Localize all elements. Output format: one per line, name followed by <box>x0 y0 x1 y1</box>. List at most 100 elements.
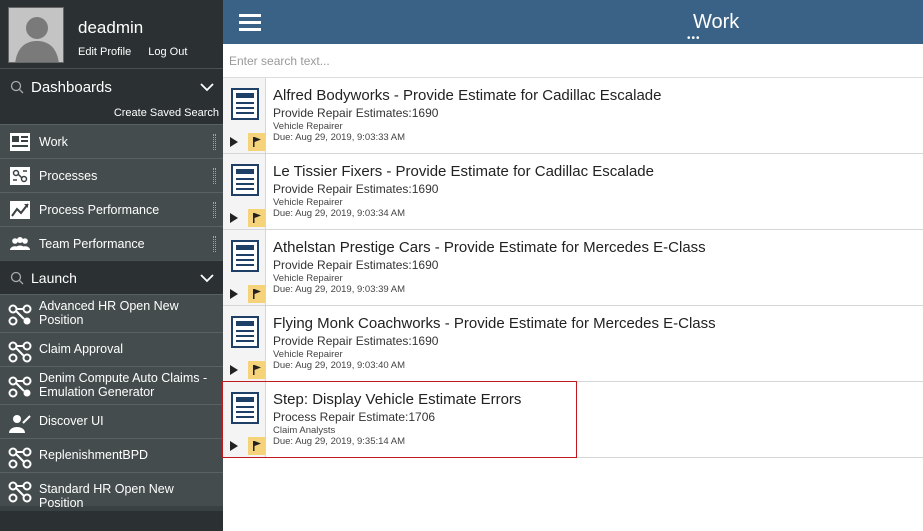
flag-button[interactable] <box>248 285 265 303</box>
task-process: Process Repair Estimate:1706 <box>273 410 436 424</box>
avatar[interactable] <box>8 7 64 63</box>
process-flow-icon <box>8 447 32 469</box>
avatar-silhouette-icon <box>9 8 63 62</box>
sidebar-item-team-performance[interactable]: Team Performance <box>0 226 223 260</box>
flag-icon <box>253 365 261 375</box>
drag-handle-icon[interactable] <box>213 202 216 218</box>
task-name[interactable]: Le Tissier Fixers - Provide Estimate for… <box>273 163 654 180</box>
task-process: Provide Repair Estimates:1690 <box>273 334 439 348</box>
flag-button[interactable] <box>248 209 265 227</box>
flag-icon <box>253 289 261 299</box>
process-flow-icon <box>8 481 32 503</box>
task-row[interactable]: Flying Monk Coachworks - Provide Estimat… <box>223 306 923 382</box>
flag-icon <box>253 441 261 451</box>
task-process: Provide Repair Estimates:1690 <box>273 182 439 196</box>
discover-person-icon <box>9 415 31 433</box>
profile-panel: deadmin Edit Profile Log Out <box>0 0 223 68</box>
task-name[interactable]: Step: Display Vehicle Estimate Errors <box>273 391 521 408</box>
task-name[interactable]: Alfred Bodyworks - Provide Estimate for … <box>273 87 662 104</box>
launch-item-discover-ui[interactable]: Discover UI <box>0 404 223 438</box>
sidebar-item-process-performance[interactable]: Process Performance <box>0 192 223 226</box>
sidebar-footer <box>0 511 223 531</box>
task-list: Alfred Bodyworks - Provide Estimate for … <box>223 78 923 458</box>
task-document-icon[interactable] <box>231 316 259 348</box>
page-title: Work <box>693 11 740 33</box>
launch-title: Launch <box>31 269 77 286</box>
main-panel: Work ••• Alfred Bodyworks - Pro <box>222 0 923 531</box>
launch-header[interactable]: Launch <box>0 260 223 294</box>
launch-item-advanced-hr[interactable]: Advanced HR Open New Position <box>0 294 223 332</box>
process-flow-icon <box>8 341 32 363</box>
chevron-down-icon[interactable] <box>200 273 214 283</box>
search-input[interactable] <box>229 49 909 73</box>
task-role: Vehicle Repairer <box>273 273 343 284</box>
launch-item-replenishment[interactable]: ReplenishmentBPD <box>0 438 223 472</box>
task-due-date: Due: Aug 29, 2019, 9:03:40 AM <box>273 360 406 371</box>
processes-icon <box>10 167 30 185</box>
task-document-icon[interactable] <box>231 392 259 424</box>
flag-button[interactable] <box>248 437 265 455</box>
launch-item-standard-hr[interactable]: Standard HR Open New Position <box>0 472 223 510</box>
trend-chart-icon <box>10 201 30 219</box>
launch-item-denim-compute[interactable]: Denim Compute Auto Claims - Emulation Ge… <box>0 366 223 404</box>
task-document-icon[interactable] <box>231 164 259 196</box>
flag-icon <box>253 213 261 223</box>
search-icon[interactable] <box>10 271 24 285</box>
launch-item-label: Standard HR Open New Position <box>39 482 174 510</box>
drag-handle-icon[interactable] <box>213 134 216 150</box>
play-icon[interactable] <box>230 441 238 451</box>
task-role: Vehicle Repairer <box>273 349 343 360</box>
task-document-icon[interactable] <box>231 240 259 272</box>
task-name[interactable]: Athelstan Prestige Cars - Provide Estima… <box>273 239 706 256</box>
task-row[interactable]: Athelstan Prestige Cars - Provide Estima… <box>223 230 923 306</box>
edit-profile-link[interactable]: Edit Profile <box>78 46 131 58</box>
create-saved-search-link[interactable]: Create Saved Search <box>0 106 223 124</box>
sidebar-item-processes[interactable]: Processes <box>0 158 223 192</box>
launch-item-label: ReplenishmentBPD <box>39 448 149 462</box>
search-icon[interactable] <box>10 80 24 94</box>
sidebar-item-label: Work <box>39 134 68 149</box>
sidebar-item-label: Processes <box>39 168 98 183</box>
task-role: Vehicle Repairer <box>273 121 343 132</box>
launch-item-label: Discover UI <box>39 414 104 428</box>
launch-item-label: Denim Compute Auto Claims - Emulation Ge… <box>39 371 208 399</box>
top-bar: Work ••• <box>223 0 923 44</box>
process-flow-icon <box>8 304 32 326</box>
sidebar-item-label: Process Performance <box>39 202 160 217</box>
task-controls <box>223 230 266 305</box>
task-role: Vehicle Repairer <box>273 197 343 208</box>
launch-item-claim-approval[interactable]: Claim Approval <box>0 332 223 366</box>
more-options-icon[interactable]: ••• <box>687 34 701 44</box>
sidebar: deadmin Edit Profile Log Out Dashboards … <box>0 0 223 531</box>
task-controls <box>223 154 266 229</box>
task-process: Provide Repair Estimates:1690 <box>273 106 439 120</box>
play-icon[interactable] <box>230 365 238 375</box>
chevron-down-icon[interactable] <box>200 82 214 92</box>
task-due-date: Due: Aug 29, 2019, 9:03:34 AM <box>273 208 406 219</box>
task-due-date: Due: Aug 29, 2019, 9:35:14 AM <box>273 436 406 447</box>
task-row[interactable]: Alfred Bodyworks - Provide Estimate for … <box>223 78 923 154</box>
hamburger-menu-icon[interactable] <box>239 14 261 31</box>
task-controls <box>223 382 266 457</box>
sidebar-item-work[interactable]: Work <box>0 124 223 158</box>
drag-handle-icon[interactable] <box>213 236 216 252</box>
log-out-link[interactable]: Log Out <box>148 46 187 58</box>
username: deadmin <box>78 18 144 37</box>
app-root: deadmin Edit Profile Log Out Dashboards … <box>0 0 923 531</box>
dashboards-header[interactable]: Dashboards <box>0 68 223 106</box>
task-name[interactable]: Flying Monk Coachworks - Provide Estimat… <box>273 315 716 332</box>
flag-button[interactable] <box>248 133 265 151</box>
drag-handle-icon[interactable] <box>213 168 216 184</box>
launch-item-label: Claim Approval <box>39 342 124 356</box>
task-row[interactable]: Le Tissier Fixers - Provide Estimate for… <box>223 154 923 230</box>
dashboards-title: Dashboards <box>31 79 112 96</box>
task-process: Provide Repair Estimates:1690 <box>273 258 439 272</box>
task-document-icon[interactable] <box>231 88 259 120</box>
work-list-icon <box>10 133 30 151</box>
play-icon[interactable] <box>230 289 238 299</box>
play-icon[interactable] <box>230 213 238 223</box>
team-icon <box>10 237 30 250</box>
flag-button[interactable] <box>248 361 265 379</box>
task-row-selected[interactable]: Step: Display Vehicle Estimate Errors Pr… <box>223 382 923 458</box>
play-icon[interactable] <box>230 137 238 147</box>
